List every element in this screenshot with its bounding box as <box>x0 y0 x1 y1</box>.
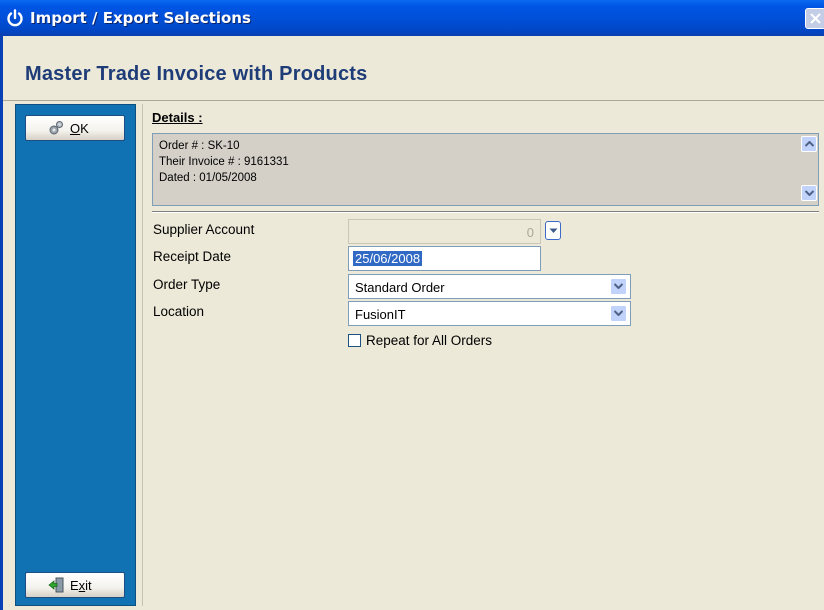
supplier-account-field: 0 <box>348 219 541 244</box>
close-icon <box>810 13 821 24</box>
supplier-lookup-button[interactable] <box>545 221 561 240</box>
power-icon <box>7 9 23 27</box>
order-type-label: Order Type <box>153 277 221 292</box>
supplier-account-label: Supplier Account <box>153 222 255 237</box>
chevron-up-icon <box>805 141 814 147</box>
scroll-down-button[interactable] <box>801 185 817 201</box>
sidebar <box>15 104 136 606</box>
panel-divider <box>142 104 143 606</box>
header-band: Master Trade Invoice with Products <box>0 36 824 100</box>
title-bar: Import / Export Selections <box>0 0 824 36</box>
location-dropdown-button[interactable] <box>610 305 627 322</box>
exit-label: Exit <box>70 578 92 593</box>
divider <box>3 100 824 101</box>
chevron-down-icon <box>614 283 623 289</box>
gears-icon <box>49 121 63 135</box>
window-title: Import / Export Selections <box>30 9 251 27</box>
supplier-account-value: 0 <box>526 225 534 240</box>
receipt-date-label: Receipt Date <box>153 249 232 264</box>
repeat-checkbox[interactable] <box>348 334 361 347</box>
location-value: FusionIT <box>355 307 406 322</box>
details-line-dated: Dated : 01/05/2008 <box>159 172 257 184</box>
chevron-down-icon <box>805 190 814 196</box>
chevron-down-icon <box>549 228 558 233</box>
ok-label: OK <box>70 121 89 136</box>
page-title: Master Trade Invoice with Products <box>25 63 368 85</box>
repeat-checkbox-label[interactable]: Repeat for All Orders <box>366 333 492 348</box>
details-textbox[interactable]: Order # : SK-10 Their Invoice # : 916133… <box>152 133 819 206</box>
order-type-dropdown-button[interactable] <box>610 278 627 295</box>
order-type-value: Standard Order <box>355 280 445 295</box>
order-type-select[interactable]: Standard Order <box>348 274 631 299</box>
ok-button[interactable]: OK <box>25 115 125 141</box>
location-select[interactable]: FusionIT <box>348 301 631 326</box>
receipt-date-value: 25/06/2008 <box>353 251 423 266</box>
exit-door-icon <box>48 577 64 593</box>
receipt-date-input[interactable]: 25/06/2008 <box>348 246 541 271</box>
section-separator-highlight <box>152 212 819 213</box>
details-line-invoice: Their Invoice # : 9161331 <box>159 156 289 168</box>
chevron-down-icon <box>614 310 623 316</box>
close-button[interactable] <box>805 8 824 29</box>
location-label: Location <box>153 304 205 319</box>
details-line-order: Order # : SK-10 <box>159 140 240 152</box>
exit-button[interactable]: Exit <box>25 572 125 598</box>
details-heading: Details : <box>152 110 203 125</box>
scroll-up-button[interactable] <box>801 136 817 152</box>
